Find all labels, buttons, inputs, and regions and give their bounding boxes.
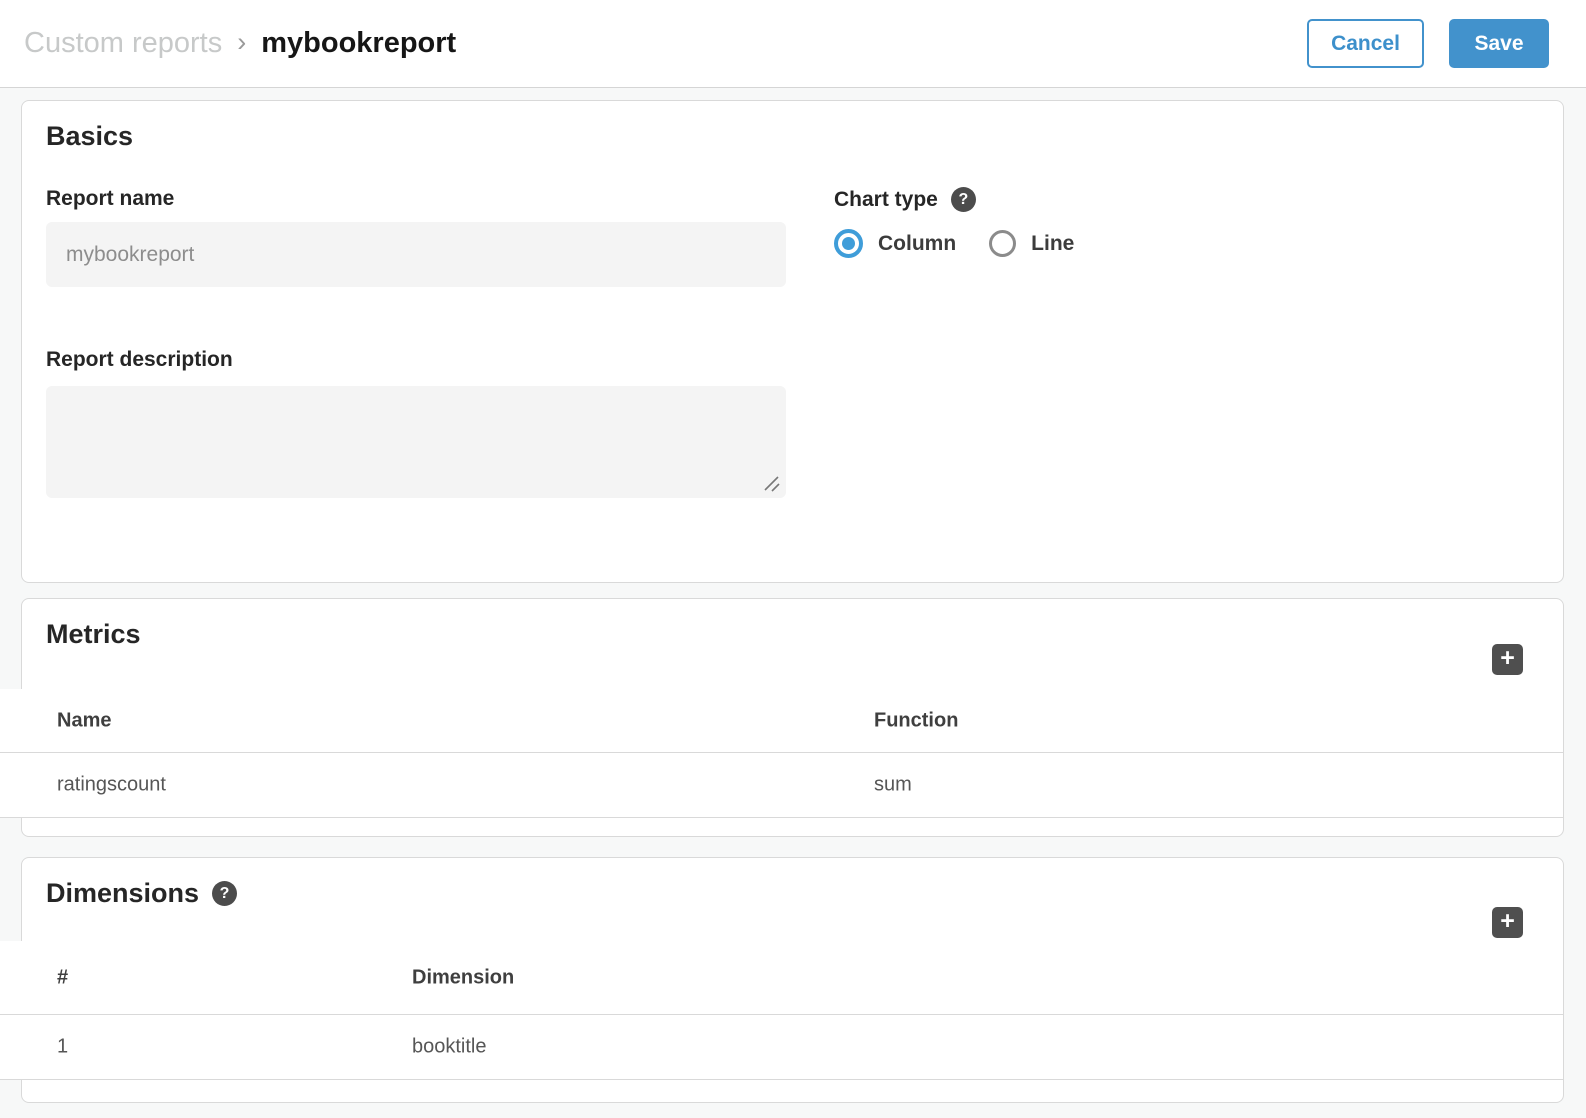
chart-type-radio-group: Column Line xyxy=(834,229,1074,258)
report-description-textarea[interactable] xyxy=(46,386,786,498)
table-row[interactable]: 1 booktitle xyxy=(0,1015,1563,1080)
dimensions-col-dimension-header: Dimension xyxy=(412,966,514,989)
table-row[interactable]: ratingscount sum xyxy=(0,753,1563,818)
resize-handle-icon[interactable] xyxy=(763,475,781,493)
radio-column-label[interactable]: Column xyxy=(878,232,956,256)
radio-line-unselected-icon[interactable] xyxy=(989,230,1016,257)
radio-column-selected-icon[interactable] xyxy=(834,229,863,258)
basics-title: Basics xyxy=(46,121,133,152)
metrics-table-header-row: Name Function xyxy=(0,689,1563,753)
dimensions-table: # Dimension 1 booktitle xyxy=(0,941,1563,1080)
chevron-right-icon: › xyxy=(237,27,246,58)
dimension-index-cell: 1 xyxy=(57,1036,68,1059)
breadcrumb-parent-link[interactable]: Custom reports xyxy=(24,27,222,60)
metrics-title: Metrics xyxy=(46,619,141,650)
save-button[interactable]: Save xyxy=(1449,19,1549,68)
top-bar: Custom reports › mybookreport Cancel Sav… xyxy=(0,0,1586,88)
metric-function-cell: sum xyxy=(874,774,912,797)
topbar-actions: Cancel Save xyxy=(1307,19,1549,68)
radio-line-label[interactable]: Line xyxy=(1031,232,1074,256)
report-description-field xyxy=(46,386,786,498)
breadcrumb: Custom reports › mybookreport xyxy=(24,27,456,60)
radio-dot-icon xyxy=(842,237,855,250)
metrics-card: Metrics + Name Function ratingscount sum xyxy=(21,598,1564,837)
dimensions-title: Dimensions xyxy=(46,878,199,909)
add-metric-button[interactable]: + xyxy=(1492,644,1523,675)
metrics-col-function-header: Function xyxy=(874,709,958,732)
metrics-col-name-header: Name xyxy=(57,709,111,732)
dimensions-col-index-header: # xyxy=(57,966,68,989)
metric-name-cell: ratingscount xyxy=(57,774,166,797)
report-name-input[interactable] xyxy=(46,222,786,287)
dimensions-card: Dimensions ? + # Dimension 1 booktitle xyxy=(21,857,1564,1103)
metrics-table: Name Function ratingscount sum xyxy=(0,689,1563,818)
dimension-name-cell: booktitle xyxy=(412,1036,487,1059)
question-mark-icon[interactable]: ? xyxy=(951,187,976,212)
basics-card: Basics Report name Report description Ch… xyxy=(21,100,1564,583)
chart-type-label: Chart type xyxy=(834,188,938,212)
chart-type-label-row: Chart type ? xyxy=(834,187,976,212)
dimensions-title-row: Dimensions ? xyxy=(46,878,237,909)
question-mark-icon[interactable]: ? xyxy=(212,881,237,906)
report-name-label: Report name xyxy=(46,187,174,211)
add-dimension-button[interactable]: + xyxy=(1492,907,1523,938)
dimensions-table-header-row: # Dimension xyxy=(0,941,1563,1015)
cancel-button[interactable]: Cancel xyxy=(1307,19,1424,68)
page-title: mybookreport xyxy=(261,27,456,60)
report-description-label: Report description xyxy=(46,348,233,372)
